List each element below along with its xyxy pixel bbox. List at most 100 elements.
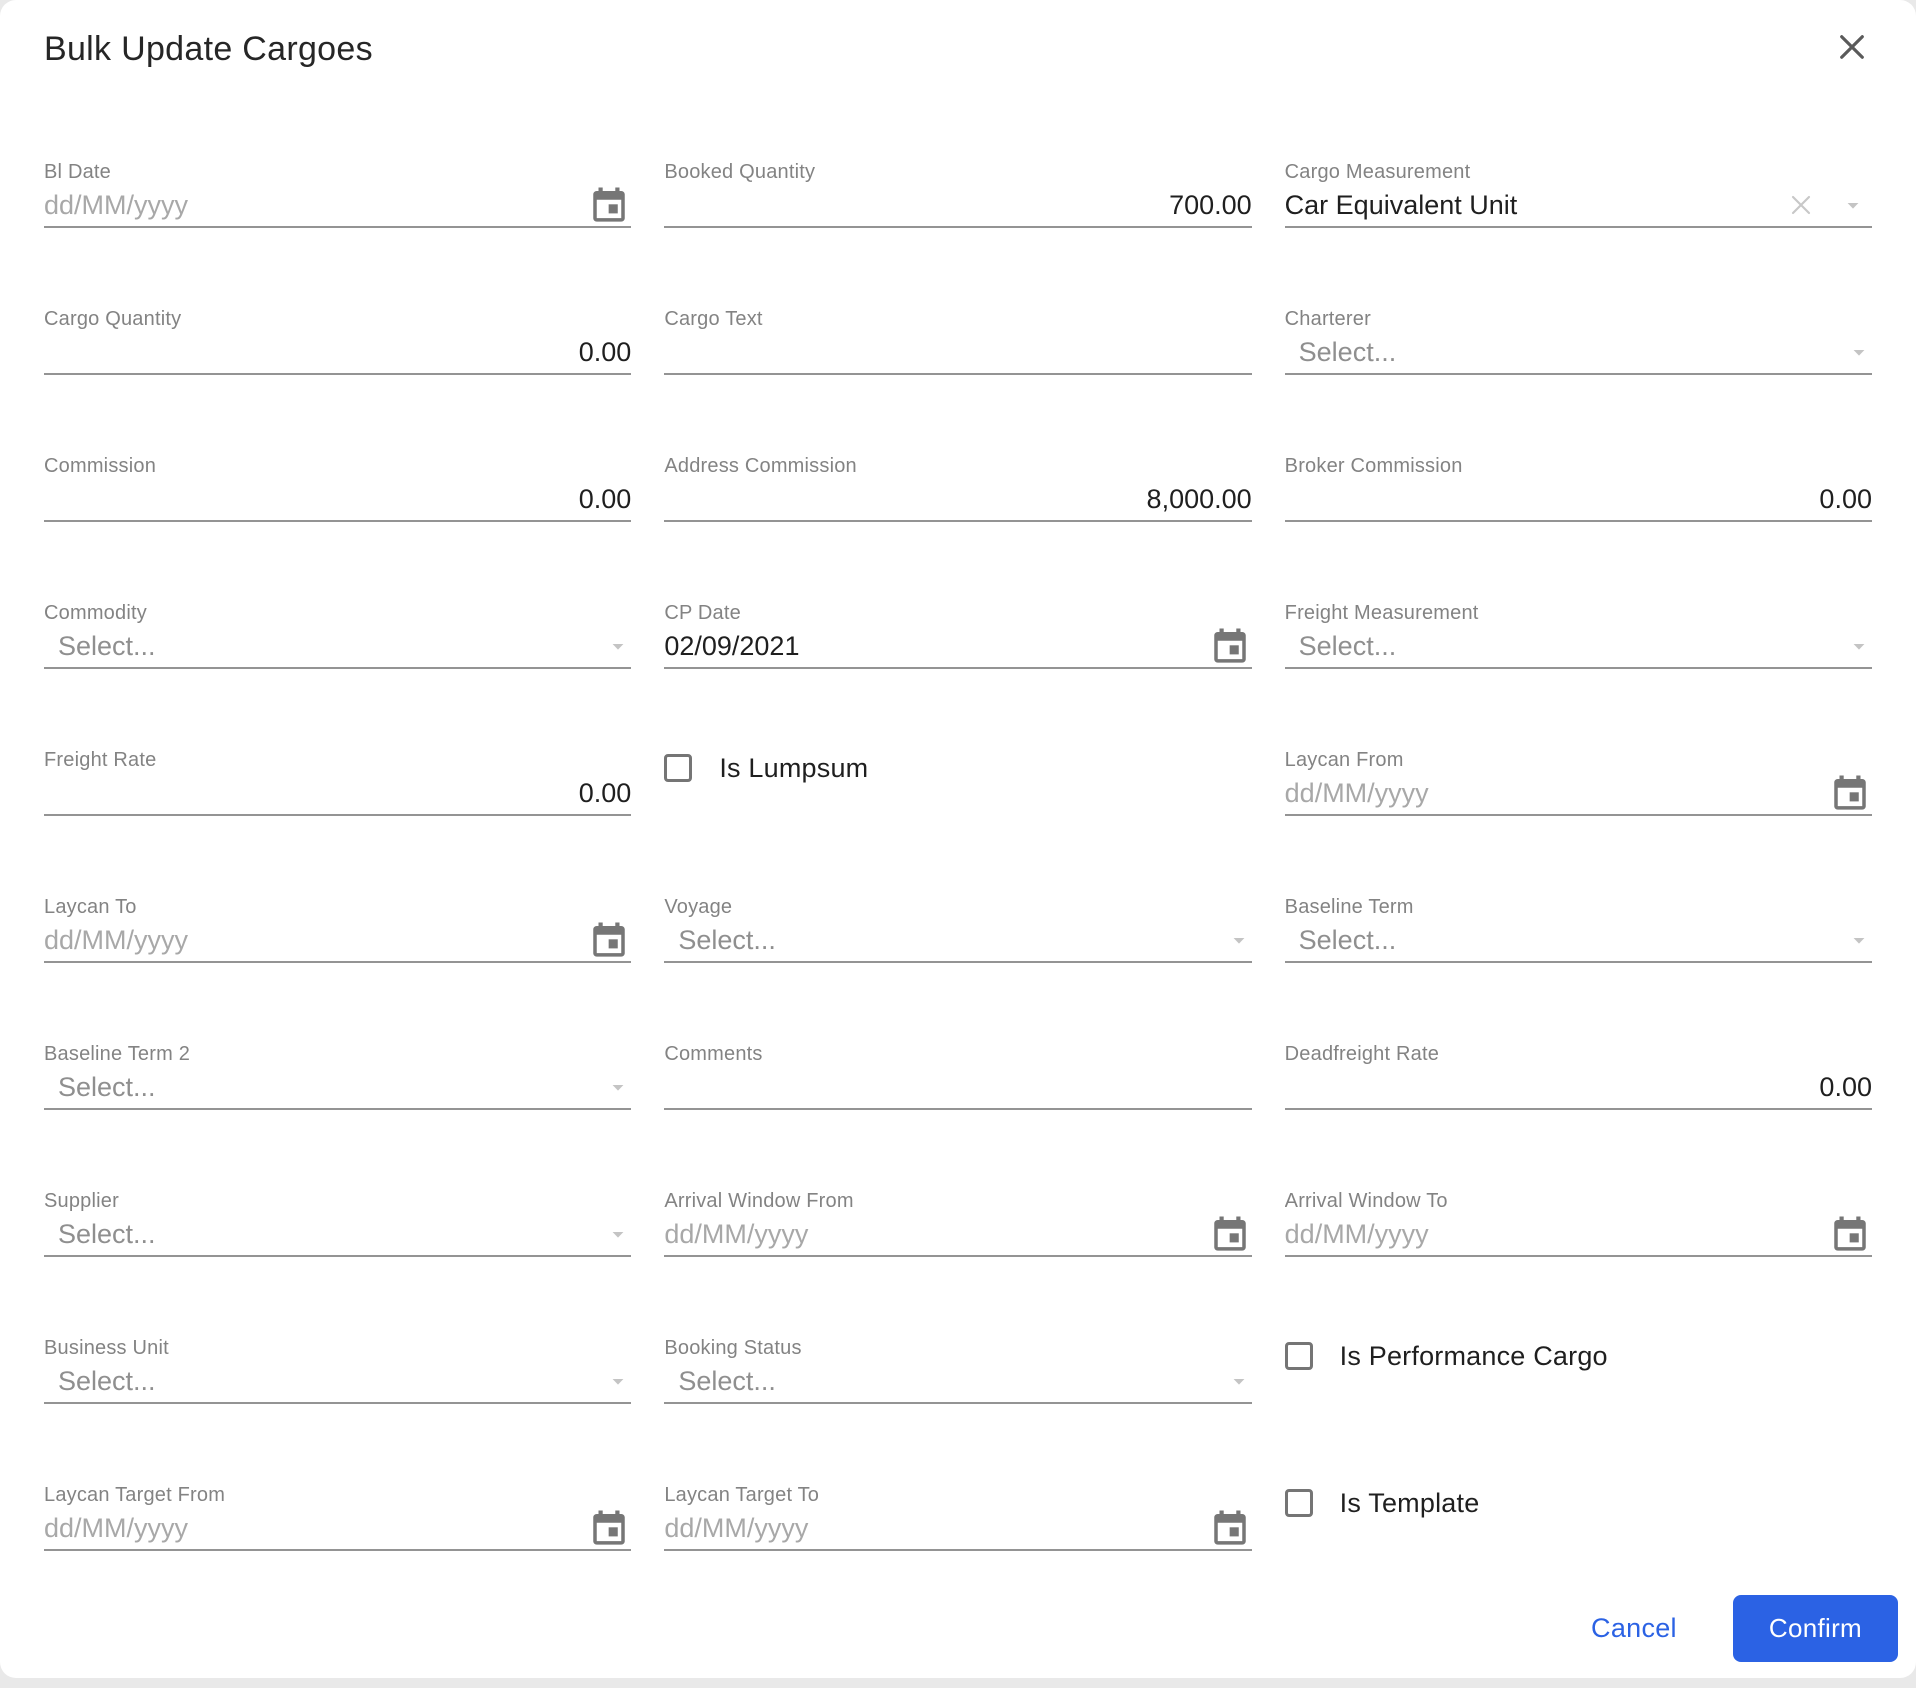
address-commission-input[interactable]: 8,000.00 <box>664 478 1252 522</box>
field-baseline-term-2: Baseline Term 2 Select... <box>44 1042 632 1189</box>
field-label: Laycan Target To <box>664 1484 820 1506</box>
chevron-down-icon[interactable] <box>1846 927 1872 953</box>
checkbox-icon[interactable] <box>1284 1342 1313 1370</box>
select-placeholder: Select... <box>1298 336 1397 367</box>
laycan-from-input[interactable]: dd/MM/yyyy <box>1284 771 1872 816</box>
field-charterer: Charterer Select... <box>1284 307 1872 454</box>
select-placeholder: Select... <box>58 1365 156 1396</box>
baseline-term-2-select[interactable]: Select... <box>44 1066 632 1110</box>
chevron-down-icon[interactable] <box>1840 192 1866 218</box>
is-template-checkbox[interactable]: Is Template <box>1284 1483 1872 1523</box>
comments-input[interactable] <box>664 1066 1252 1110</box>
booked-quantity-input[interactable]: 700.00 <box>664 184 1252 228</box>
cargo-measurement-select[interactable]: Car Equivalent Unit <box>1284 184 1872 228</box>
bl-date-input[interactable]: dd/MM/yyyy <box>44 183 632 228</box>
field-label: Booking Status <box>664 1337 802 1359</box>
calendar-icon[interactable] <box>1208 1506 1252 1550</box>
field-laycan-to: Laycan To dd/MM/yyyy <box>44 895 632 1042</box>
baseline-term-select[interactable]: Select... <box>1284 919 1872 963</box>
cp-date-input[interactable]: 02/09/2021 <box>664 624 1252 669</box>
voyage-select[interactable]: Select... <box>664 919 1252 963</box>
field-booked-quantity: Booked Quantity 700.00 <box>664 160 1252 307</box>
field-label: Comments <box>664 1043 763 1065</box>
calendar-icon[interactable] <box>1828 771 1872 815</box>
commodity-select[interactable]: Select... <box>44 625 632 669</box>
field-label: Cargo Text <box>664 308 763 330</box>
field-baseline-term: Baseline Term Select... <box>1284 895 1872 1042</box>
select-placeholder: Select... <box>678 1365 776 1396</box>
chevron-down-icon[interactable] <box>1846 339 1872 365</box>
calendar-icon[interactable] <box>587 183 631 227</box>
laycan-target-from-input[interactable]: dd/MM/yyyy <box>44 1506 632 1551</box>
laycan-target-to-input[interactable]: dd/MM/yyyy <box>664 1506 1252 1551</box>
field-label: Bl Date <box>44 161 111 183</box>
input-value: 0.00 <box>1819 1071 1872 1102</box>
input-value: 0.00 <box>578 336 632 367</box>
booking-status-select[interactable]: Select... <box>664 1360 1252 1404</box>
close-button[interactable] <box>1832 28 1872 68</box>
business-unit-select[interactable]: Select... <box>44 1360 632 1404</box>
field-label: Laycan To <box>44 896 137 918</box>
bulk-update-form: Bl Date dd/MM/yyyy Booked Quantity 700.0… <box>44 160 1872 1630</box>
input-value: 0.00 <box>578 483 632 514</box>
field-label: Broker Commission <box>1284 455 1463 477</box>
chevron-down-icon[interactable] <box>605 1221 631 1247</box>
checkbox-label: Is Template <box>1339 1487 1480 1518</box>
cargo-quantity-input[interactable]: 0.00 <box>44 331 632 375</box>
input-placeholder: dd/MM/yyyy <box>1284 777 1429 808</box>
field-arrival-window-from: Arrival Window From dd/MM/yyyy <box>664 1189 1252 1336</box>
field-label: Deadfreight Rate <box>1284 1043 1440 1065</box>
laycan-to-input[interactable]: dd/MM/yyyy <box>44 918 632 963</box>
freight-rate-input[interactable]: 0.00 <box>44 772 632 816</box>
field-broker-commission: Broker Commission 0.00 <box>1284 454 1872 601</box>
chevron-down-icon[interactable] <box>605 1074 631 1100</box>
clear-icon[interactable] <box>1784 188 1818 222</box>
selected-value: Car Equivalent Unit <box>1284 189 1518 220</box>
field-laycan-target-to: Laycan Target To dd/MM/yyyy <box>664 1483 1252 1630</box>
chevron-down-icon[interactable] <box>1846 633 1872 659</box>
cancel-button[interactable]: Cancel <box>1591 1613 1677 1644</box>
field-booking-status: Booking Status Select... <box>664 1336 1252 1483</box>
supplier-select[interactable]: Select... <box>44 1213 632 1257</box>
chevron-down-icon[interactable] <box>605 1368 631 1394</box>
field-label: Cargo Measurement <box>1284 161 1471 183</box>
field-commodity: Commodity Select... <box>44 601 632 748</box>
chevron-down-icon[interactable] <box>1226 927 1252 953</box>
calendar-icon[interactable] <box>1828 1212 1872 1256</box>
is-performance-cargo-checkbox[interactable]: Is Performance Cargo <box>1284 1336 1872 1376</box>
field-label: Voyage <box>664 896 733 918</box>
field-label: Laycan Target From <box>44 1484 226 1506</box>
commission-input[interactable]: 0.00 <box>44 478 632 522</box>
calendar-icon[interactable] <box>1208 624 1252 668</box>
deadfreight-rate-input[interactable]: 0.00 <box>1284 1066 1872 1110</box>
field-cargo-quantity: Cargo Quantity 0.00 <box>44 307 632 454</box>
confirm-button[interactable]: Confirm <box>1732 1595 1898 1662</box>
calendar-icon[interactable] <box>587 1506 631 1550</box>
calendar-icon[interactable] <box>587 918 631 962</box>
field-supplier: Supplier Select... <box>44 1189 632 1336</box>
chevron-down-icon[interactable] <box>605 633 631 659</box>
checkbox-label: Is Performance Cargo <box>1339 1340 1608 1371</box>
field-label: Booked Quantity <box>664 161 816 183</box>
input-placeholder: dd/MM/yyyy <box>1284 1218 1429 1249</box>
cargo-text-input[interactable] <box>664 331 1252 375</box>
broker-commission-input[interactable]: 0.00 <box>1284 478 1872 522</box>
arrival-window-to-input[interactable]: dd/MM/yyyy <box>1284 1212 1872 1257</box>
select-placeholder: Select... <box>1298 924 1397 955</box>
field-freight-rate: Freight Rate 0.00 <box>44 748 632 895</box>
field-voyage: Voyage Select... <box>664 895 1252 1042</box>
charterer-select[interactable]: Select... <box>1284 331 1872 375</box>
field-label: Supplier <box>44 1190 119 1212</box>
is-lumpsum-checkbox[interactable]: Is Lumpsum <box>664 748 1251 788</box>
close-icon <box>1833 28 1871 69</box>
arrival-window-from-input[interactable]: dd/MM/yyyy <box>664 1212 1252 1257</box>
field-business-unit: Business Unit Select... <box>44 1336 632 1483</box>
input-placeholder: dd/MM/yyyy <box>664 1218 809 1249</box>
field-label: Business Unit <box>44 1337 169 1359</box>
checkbox-icon[interactable] <box>664 754 693 782</box>
field-label: Baseline Term 2 <box>44 1043 191 1065</box>
freight-measurement-select[interactable]: Select... <box>1284 625 1872 669</box>
calendar-icon[interactable] <box>1208 1212 1252 1256</box>
chevron-down-icon[interactable] <box>1226 1368 1252 1394</box>
checkbox-icon[interactable] <box>1284 1489 1313 1517</box>
